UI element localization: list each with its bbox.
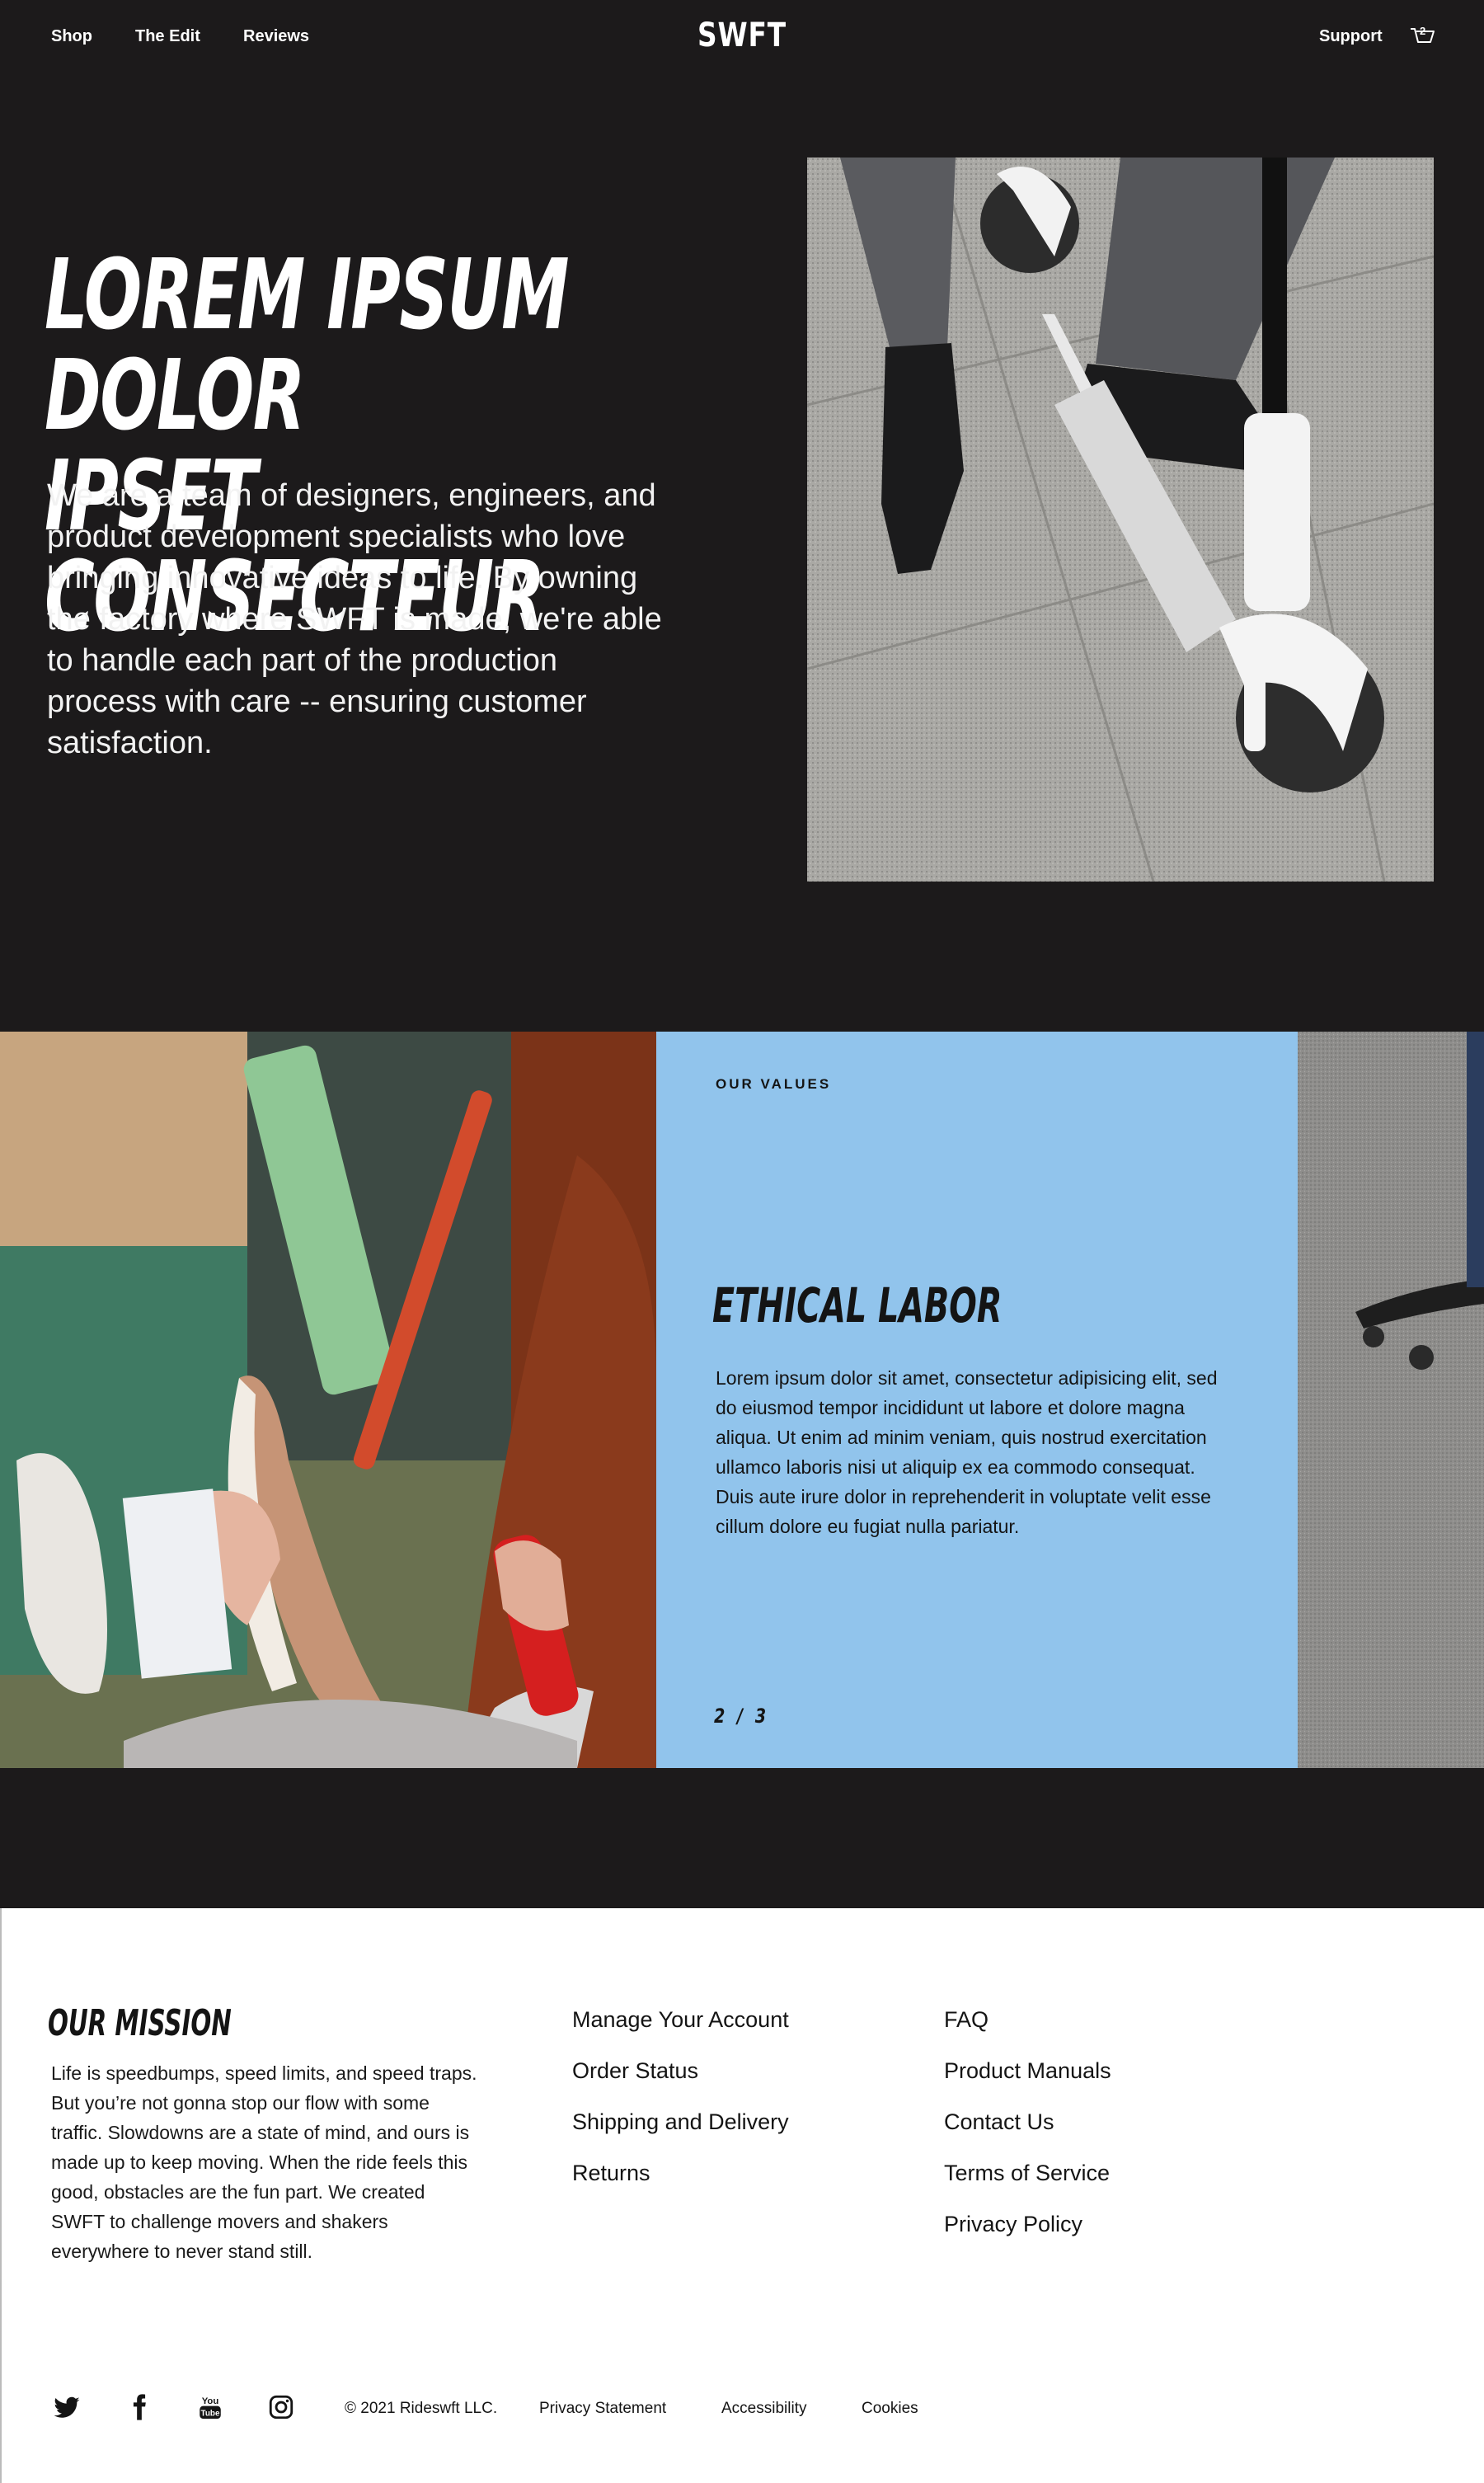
footer-bottom-bar: You Tube © 2021 Rideswft LLC. Privacy St… (2, 2387, 1484, 2436)
svg-text:You: You (202, 2396, 219, 2406)
hero-description: We are a team of designers, engineers, a… (47, 478, 662, 760)
skateboard-photo[interactable] (1298, 1032, 1484, 1768)
values-title: ETHICAL LABOR (712, 1277, 1003, 1333)
values-panel: OUR VALUES ETHICAL LABOR Lorem ipsum dol… (656, 1032, 1298, 1768)
footer-link-privacy[interactable]: Privacy Policy (944, 2198, 1111, 2250)
footer-link-terms[interactable]: Terms of Service (944, 2147, 1111, 2198)
twitter-icon[interactable] (53, 2393, 81, 2421)
footer-link-shipping[interactable]: Shipping and Delivery (572, 2096, 789, 2147)
mission-title: OUR MISSION (48, 2002, 232, 2044)
svg-text:Tube: Tube (201, 2410, 220, 2419)
nav-link-reviews[interactable]: Reviews (243, 27, 309, 46)
nav-link-support[interactable]: Support (1319, 27, 1383, 46)
values-eyebrow: OUR VALUES (716, 1076, 832, 1092)
footer-link-contact[interactable]: Contact Us (944, 2096, 1111, 2147)
brand-logo[interactable]: SWFT (697, 16, 787, 54)
site-footer: OUR MISSION Life is speedbumps, speed li… (0, 1908, 1484, 2483)
mission-text: Life is speedbumps, speed limits, and sp… (51, 2062, 477, 2262)
nav-link-shop[interactable]: Shop (51, 27, 92, 46)
hero-title-line-1: LOREM IPSUM DOLOR (45, 237, 570, 452)
legal-link-cookies[interactable]: Cookies (862, 2400, 918, 2418)
carousel-pagination[interactable]: 2 / 3 (714, 1705, 769, 1728)
footer-link-product-manuals[interactable]: Product Manuals (944, 2045, 1111, 2096)
cart-count-badge: 2 (1420, 25, 1426, 37)
footer-link-manage-account[interactable]: Manage Your Account (572, 1994, 789, 2045)
instagram-icon[interactable] (267, 2393, 295, 2421)
nav-link-the-edit[interactable]: The Edit (135, 27, 200, 46)
factory-worker-photo (0, 1032, 656, 1768)
footer-link-faq[interactable]: FAQ (944, 1994, 1111, 2045)
hero-scooter-photo (807, 158, 1434, 882)
footer-link-order-status[interactable]: Order Status (572, 2045, 789, 2096)
footer-links-account: Manage Your Account Order Status Shippin… (572, 1994, 789, 2198)
footer-link-returns[interactable]: Returns (572, 2147, 789, 2198)
footer-links-help: FAQ Product Manuals Contact Us Terms of … (944, 1994, 1111, 2250)
legal-link-privacy-statement[interactable]: Privacy Statement (539, 2400, 666, 2418)
facebook-icon[interactable] (125, 2393, 153, 2421)
values-carousel: OUR VALUES ETHICAL LABOR Lorem ipsum dol… (0, 1032, 1484, 1768)
copyright-text: © 2021 Rideswft LLC. (345, 2400, 498, 2417)
youtube-icon[interactable]: You Tube (196, 2393, 224, 2421)
top-nav: Shop The Edit Reviews SWFT Support 2 (0, 0, 1484, 74)
values-description: Lorem ipsum dolor sit amet, consectetur … (716, 1367, 1218, 1537)
legal-link-accessibility[interactable]: Accessibility (721, 2400, 806, 2418)
